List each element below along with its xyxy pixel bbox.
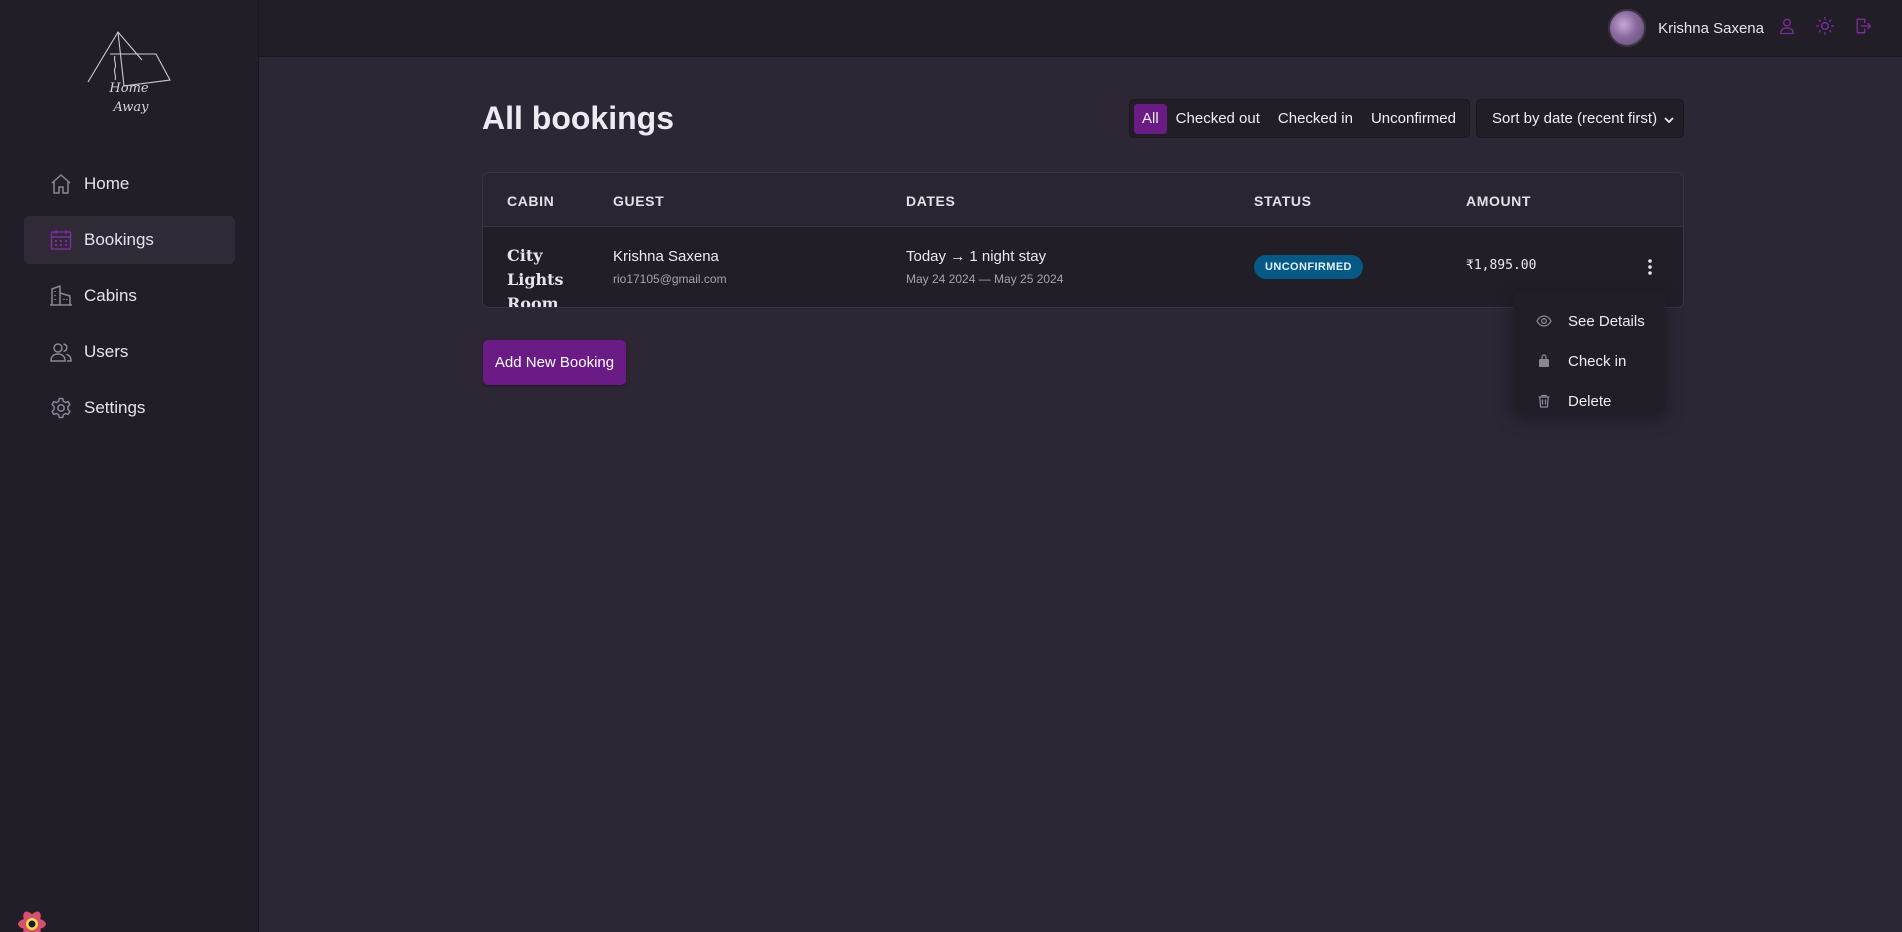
sort-select[interactable]: Sort by date (recent first) <box>1476 99 1684 138</box>
table-header: CABIN GUEST DATES STATUS AMOUNT <box>483 173 1683 227</box>
table-row: City Lights Room Krishna Saxena rio17105… <box>483 227 1683 308</box>
add-new-booking-button[interactable]: Add New Booking <box>483 340 626 385</box>
guest-name: Krishna Saxena <box>613 248 719 265</box>
filter-all-button[interactable]: All <box>1134 103 1167 134</box>
menu-item-check-in[interactable]: Check in <box>1513 341 1665 381</box>
filter-checked-out-button[interactable]: Checked out <box>1167 104 1269 134</box>
devtools-react-icon[interactable] <box>10 906 54 932</box>
booking-amount: ₹1,895.00 <box>1466 258 1537 273</box>
avatar <box>1608 9 1647 47</box>
guest-email: rio17105@gmail.com <box>613 272 727 286</box>
cabin-name: City Lights Room <box>507 246 564 308</box>
menu-item-see-details[interactable]: See Details <box>1513 301 1665 341</box>
sidebar: Home Away Home Bookings Cabins Users Set… <box>0 0 259 932</box>
sort-select-value: Sort by date (recent first) <box>1492 110 1658 127</box>
column-header-guest: GUEST <box>613 193 665 209</box>
user-icon[interactable] <box>1776 15 1798 37</box>
chevron-down-icon <box>1663 113 1675 125</box>
column-header-amount: AMOUNT <box>1466 193 1532 209</box>
sidebar-item-users[interactable]: Users <box>24 328 235 376</box>
stay-date-range: May 24 2024 — May 25 2024 <box>906 272 1064 286</box>
sidebar-item-label: Home <box>84 174 130 193</box>
sidebar-item-label: Users <box>84 342 129 361</box>
app-root: Home Away Home Bookings Cabins Users Set… <box>0 0 1902 932</box>
more-vertical-icon <box>1648 259 1652 275</box>
svg-text:Away: Away <box>112 100 149 115</box>
top-header: Krishna Saxena <box>259 0 1902 57</box>
row-actions-menu: See Details Check in Delete <box>1513 292 1665 412</box>
trash-icon <box>1536 393 1552 409</box>
column-header-dates: DATES <box>906 193 956 209</box>
svg-text:Home: Home <box>108 81 148 96</box>
stay-summary: Today → 1 night stay <box>906 248 1047 265</box>
sidebar-item-label: Bookings <box>84 230 154 249</box>
menu-item-label: Check in <box>1568 352 1627 370</box>
calendar-icon <box>48 227 74 253</box>
menu-item-delete[interactable]: Delete <box>1513 381 1665 421</box>
users-icon <box>48 339 74 365</box>
sidebar-item-settings[interactable]: Settings <box>24 384 235 432</box>
header-user: Krishna Saxena <box>1608 9 1764 47</box>
menu-item-label: Delete <box>1568 392 1612 410</box>
bookings-table: CABIN GUEST DATES STATUS AMOUNT City Lig… <box>482 172 1684 308</box>
logo: Home Away <box>84 28 174 120</box>
sidebar-item-label: Settings <box>84 398 146 417</box>
eye-icon <box>1536 313 1552 329</box>
sidebar-item-home[interactable]: Home <box>24 160 235 208</box>
buildings-icon <box>48 283 74 309</box>
sidebar-nav: Home Bookings Cabins Users Settings <box>24 160 235 440</box>
sidebar-item-cabins[interactable]: Cabins <box>24 272 235 320</box>
filter-unconfirmed-button[interactable]: Unconfirmed <box>1362 104 1465 134</box>
check-in-icon <box>1536 353 1552 369</box>
column-header-status: STATUS <box>1254 193 1312 209</box>
column-header-cabin: CABIN <box>507 193 555 209</box>
header-username: Krishna Saxena <box>1658 19 1764 37</box>
logout-icon[interactable] <box>1852 15 1874 37</box>
booking-filter: All Checked out Checked in Unconfirmed <box>1129 99 1470 138</box>
row-menu-button[interactable] <box>1642 255 1658 279</box>
filter-checked-in-button[interactable]: Checked in <box>1269 104 1362 134</box>
status-badge: UNCONFIRMED <box>1254 255 1363 279</box>
sidebar-item-label: Cabins <box>84 286 137 305</box>
sun-icon[interactable] <box>1814 15 1836 37</box>
page-title: All bookings <box>482 100 674 136</box>
sidebar-item-bookings[interactable]: Bookings <box>24 216 235 264</box>
header-icons <box>1776 15 1874 37</box>
menu-item-label: See Details <box>1568 312 1645 330</box>
home-icon <box>48 171 74 197</box>
gear-icon <box>48 395 74 421</box>
